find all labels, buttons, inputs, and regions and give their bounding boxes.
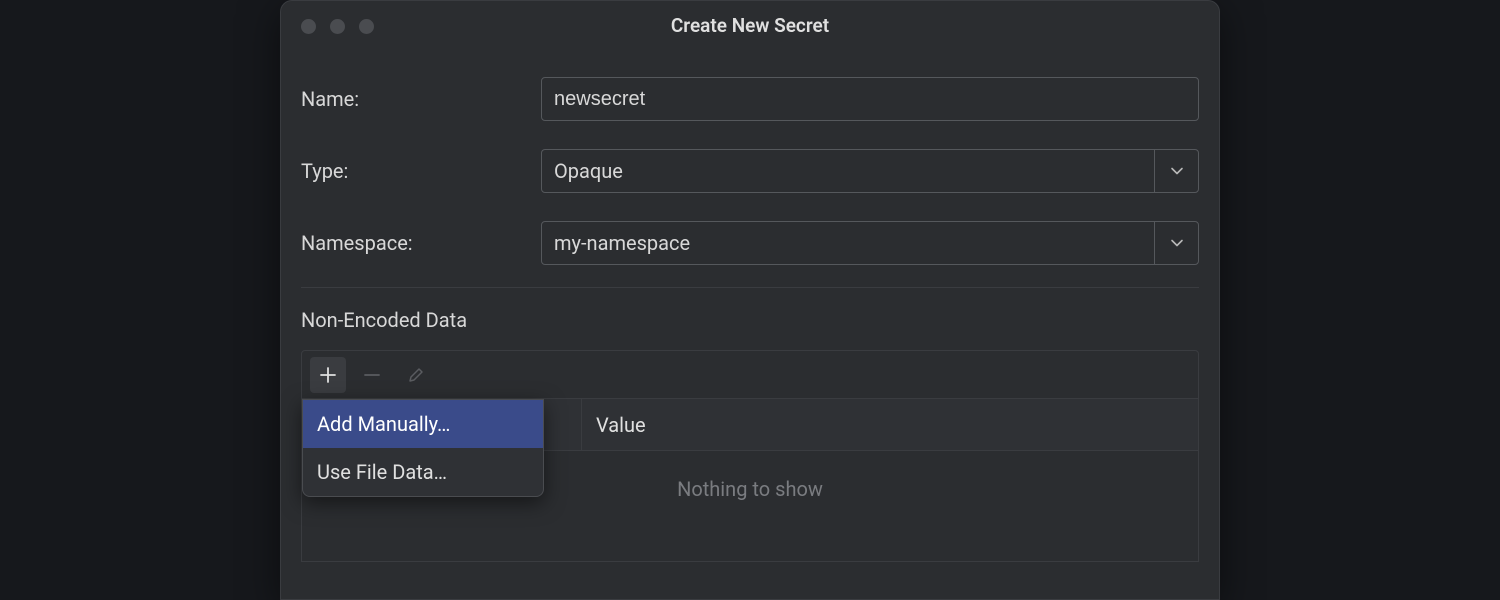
minus-icon (362, 365, 382, 385)
add-button[interactable] (310, 357, 346, 393)
type-select-value: Opaque (542, 159, 1154, 183)
namespace-select-value: my-namespace (542, 231, 1154, 255)
column-value: Value (582, 399, 1198, 450)
name-label: Name: (301, 87, 541, 111)
namespace-label: Namespace: (301, 231, 541, 255)
name-input[interactable] (541, 77, 1199, 121)
pencil-icon (406, 365, 426, 385)
chevron-down-icon (1154, 150, 1198, 192)
form: Name: Type: Opaque Namespace: my-namespa (281, 49, 1219, 265)
data-toolbar (302, 351, 1198, 399)
empty-state-text: Nothing to show (677, 477, 823, 501)
namespace-row: Namespace: my-namespace (301, 221, 1199, 265)
type-row: Type: Opaque (301, 149, 1199, 193)
namespace-select[interactable]: my-namespace (541, 221, 1199, 265)
name-row: Name: (301, 77, 1199, 121)
create-secret-dialog: Create New Secret Name: Type: Opaque Nam… (280, 0, 1220, 600)
divider (301, 287, 1199, 288)
remove-button[interactable] (354, 357, 390, 393)
close-window-button[interactable] (301, 19, 316, 34)
minimize-window-button[interactable] (330, 19, 345, 34)
type-select[interactable]: Opaque (541, 149, 1199, 193)
edit-button[interactable] (398, 357, 434, 393)
section-title: Non-Encoded Data (281, 308, 1219, 350)
dialog-title: Create New Secret (281, 14, 1219, 37)
maximize-window-button[interactable] (359, 19, 374, 34)
add-manually-item[interactable]: Add Manually… (303, 400, 543, 448)
data-panel: Add Manually… Use File Data… Key Value N… (301, 350, 1199, 562)
window-controls (301, 19, 374, 34)
use-file-data-item[interactable]: Use File Data… (303, 448, 543, 496)
plus-icon (318, 365, 338, 385)
titlebar: Create New Secret (281, 1, 1219, 49)
type-label: Type: (301, 159, 541, 183)
chevron-down-icon (1154, 222, 1198, 264)
add-dropdown: Add Manually… Use File Data… (302, 399, 544, 497)
